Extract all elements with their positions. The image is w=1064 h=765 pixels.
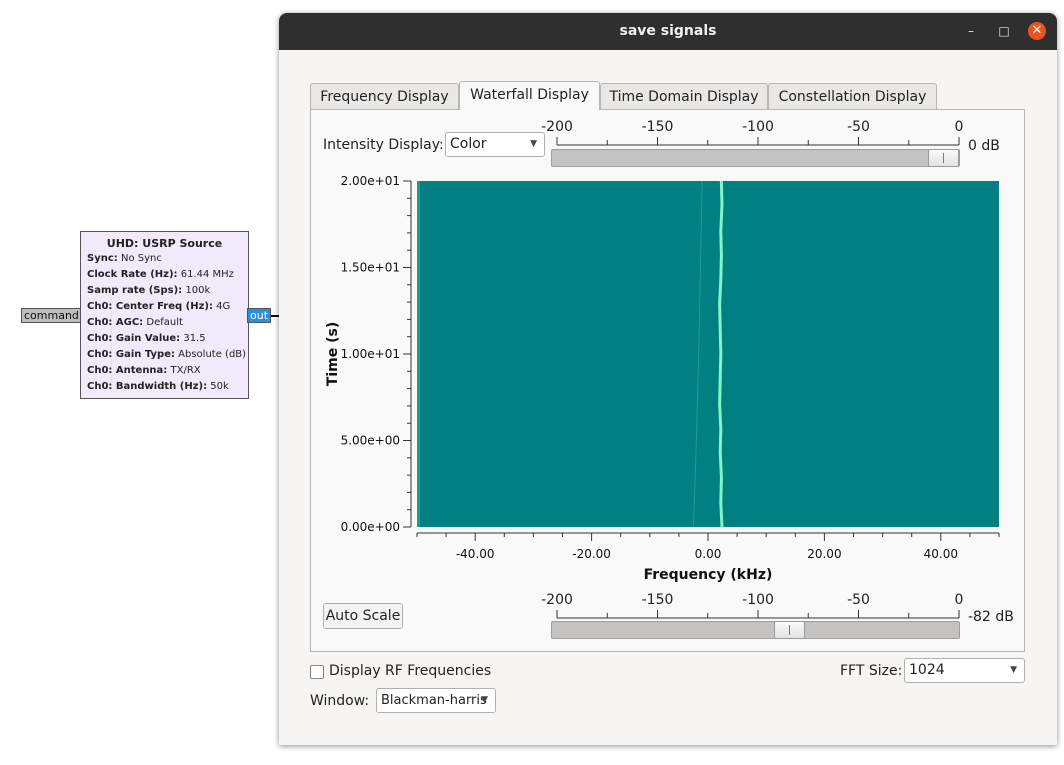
maximize-icon[interactable]: □ <box>995 22 1013 40</box>
max-intensity-scale: -200 -150 -100 -50 0 <box>541 119 964 146</box>
scale-tick-label: -150 <box>642 592 674 608</box>
block-param-row: Ch0: Antenna: TX/RX <box>87 363 248 379</box>
chevron-down-icon: ▼ <box>530 139 537 149</box>
x-tick-label: 40.00 <box>924 547 958 561</box>
x-tick-label: -20.00 <box>572 547 611 561</box>
block-param-row: Ch0: Bandwidth (Hz): 50k <box>87 379 248 395</box>
waterfall-area <box>417 181 999 527</box>
block-param-row: Samp rate (Sps): 100k <box>87 283 248 299</box>
window-title: save signals <box>619 23 717 39</box>
block-param-key: Clock Rate (Hz): <box>87 269 178 280</box>
y-axis-title: Time (s) <box>325 322 341 386</box>
scale-tick-label: -200 <box>541 119 573 135</box>
window-function-select[interactable]: Blackman-harris ▼ <box>376 688 496 713</box>
min-intensity-slider[interactable] <box>551 621 960 639</box>
save-signals-window: save signals – □ ✕ Frequency Display Wat… <box>279 13 1057 745</box>
out-port[interactable]: out <box>247 308 271 323</box>
block-param-value: 31.5 <box>180 333 206 344</box>
intensity-display-label: Intensity Display: <box>323 137 444 153</box>
block-param-row: Ch0: Center Freq (Hz): 4G <box>87 299 248 315</box>
fft-size-value: 1024 <box>909 662 945 678</box>
scale-tick-label: -50 <box>847 592 870 608</box>
max-intensity-slider[interactable] <box>551 149 960 167</box>
block-param-key: Ch0: Gain Value: <box>87 333 181 344</box>
block-param-row: Ch0: Gain Value: 31.5 <box>87 331 248 347</box>
fft-size-select[interactable]: 1024 ▼ <box>904 658 1025 683</box>
intensity-display-value: Color <box>450 136 487 152</box>
block-param-value: No Sync <box>117 253 162 264</box>
block-param-key: Ch0: AGC: <box>87 317 144 328</box>
block-param-value: Absolute (dB) <box>174 349 247 360</box>
scale-tick-label: 0 <box>955 119 964 135</box>
block-param-key: Sync: <box>87 253 118 264</box>
block-param-list: Sync: No Sync Clock Rate (Hz): 61.44 MHz S… <box>87 251 248 395</box>
block-param-value: 100k <box>182 285 211 296</box>
block-param-row: Sync: No Sync <box>87 251 248 267</box>
y-tick-label: 1.00e+01 <box>341 347 400 361</box>
display-rf-checkbox[interactable] <box>310 665 324 679</box>
waterfall-plot[interactable]: 0.00e+00 5.00e+00 1.00e+01 1.50e+01 2.00e+01… <box>319 175 1009 587</box>
tab-frequency-display[interactable]: Frequency Display <box>310 83 459 110</box>
min-intensity-slider-handle[interactable] <box>774 621 805 639</box>
scale-tick-label: -100 <box>742 592 774 608</box>
close-icon[interactable]: ✕ <box>1028 22 1046 40</box>
max-intensity-value: 0 dB <box>968 138 1000 154</box>
minimize-icon[interactable]: – <box>962 22 980 40</box>
scale-tick-label: -200 <box>541 592 573 608</box>
y-tick-label: 5.00e+00 <box>341 434 400 448</box>
scale-tick-label: -150 <box>642 119 674 135</box>
min-intensity-value: -82 dB <box>968 609 1014 625</box>
scale-tick-label: -100 <box>742 119 774 135</box>
tab-time-domain-display[interactable]: Time Domain Display <box>600 83 768 110</box>
fft-size-label: FFT Size: <box>840 663 903 679</box>
tab-constellation-display[interactable]: Constellation Display <box>768 83 937 110</box>
window-function-label: Window: <box>310 693 370 709</box>
waterfall-left-edge <box>417 181 420 527</box>
block-param-key: Ch0: Bandwidth (Hz): <box>87 381 208 392</box>
x-axis-title: Frequency (kHz) <box>644 567 773 583</box>
command-port[interactable]: command <box>21 308 81 323</box>
chevron-down-icon: ▼ <box>481 695 488 705</box>
block-param-key: Ch0: Center Freq (Hz): <box>87 301 213 312</box>
block-param-key: Ch0: Gain Type: <box>87 349 175 360</box>
block-param-row: Ch0: AGC: Default <box>87 315 248 331</box>
block-param-value: TX/RX <box>167 365 201 376</box>
block-param-row: Ch0: Gain Type: Absolute (dB) <box>87 347 248 363</box>
scale-tick-label: -50 <box>847 119 870 135</box>
block-param-key: Ch0: Antenna: <box>87 365 168 376</box>
max-intensity-slider-handle[interactable] <box>928 149 959 167</box>
window-function-value: Blackman-harris <box>381 693 487 708</box>
x-tick-label: 0.00 <box>695 547 722 561</box>
scale-tick-label: 0 <box>955 592 964 608</box>
block-title: UHD: USRP Source <box>106 237 223 250</box>
signal-trace <box>718 180 724 528</box>
auto-scale-button[interactable]: Auto Scale <box>323 603 403 629</box>
chevron-down-icon: ▼ <box>1010 665 1017 675</box>
block-param-value: 61.44 MHz <box>177 269 234 280</box>
block-param-key: Samp rate (Sps): <box>87 285 183 296</box>
title-bar[interactable]: save signals – □ ✕ <box>279 13 1057 50</box>
usrp-source-block[interactable]: UHD: USRP Source Sync: No Sync Clock Rate… <box>80 231 249 399</box>
y-tick-label: 2.00e+01 <box>341 175 400 188</box>
x-tick-label: -40.00 <box>456 547 495 561</box>
intensity-display-select[interactable]: Color ▼ <box>445 132 545 157</box>
x-tick-label: 20.00 <box>807 547 841 561</box>
block-param-value: 4G <box>213 301 231 312</box>
block-param-row: Clock Rate (Hz): 61.44 MHz <box>87 267 248 283</box>
display-rf-label[interactable]: Display RF Frequencies <box>329 663 491 679</box>
block-param-value: 50k <box>207 381 229 392</box>
y-tick-label: 1.50e+01 <box>341 261 400 275</box>
tab-waterfall-display[interactable]: Waterfall Display <box>459 81 600 110</box>
block-param-value: Default <box>143 317 183 328</box>
y-tick-label: 0.00e+00 <box>341 520 400 534</box>
min-intensity-scale: -200 -150 -100 -50 0 <box>541 592 964 619</box>
